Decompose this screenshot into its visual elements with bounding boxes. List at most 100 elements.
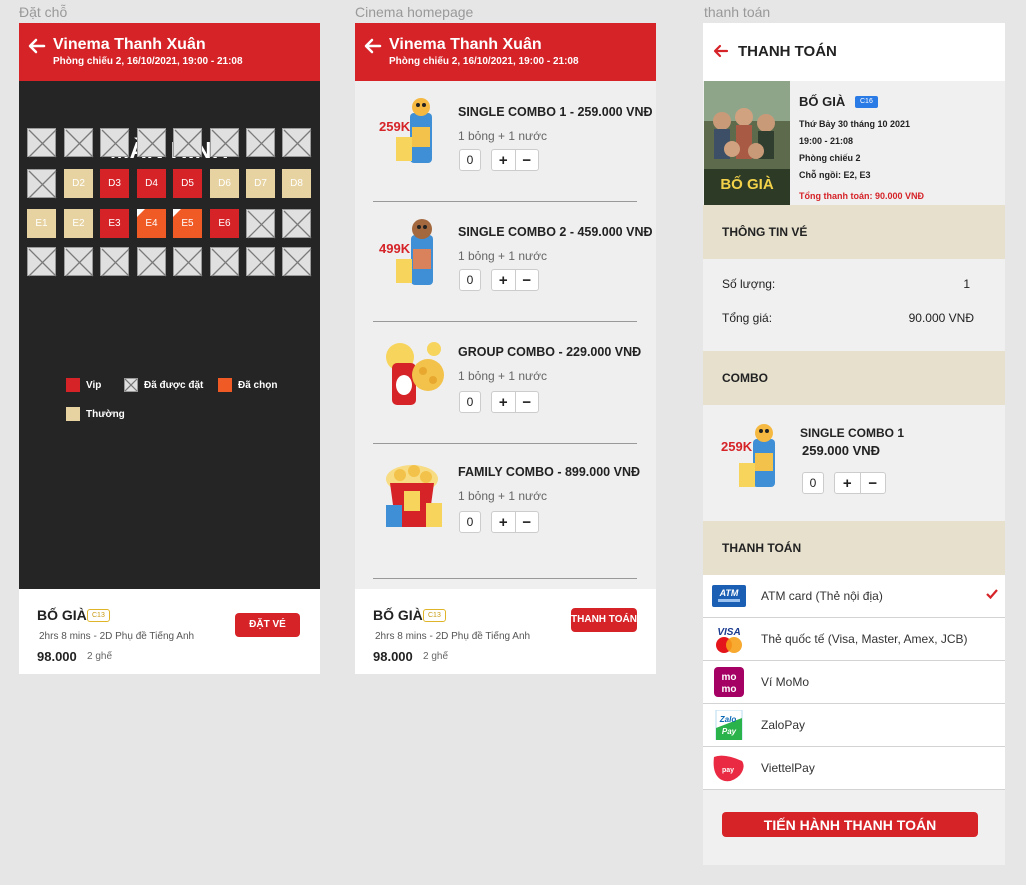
- seat-label: E3: [108, 218, 121, 229]
- decrease-button[interactable]: −: [861, 473, 886, 493]
- seat-booked: [100, 247, 130, 277]
- increase-button[interactable]: +: [835, 473, 861, 493]
- combo-name: GROUP COMBO - 229.000 VNĐ: [458, 345, 642, 359]
- x-icon: [101, 248, 130, 277]
- x-icon: [138, 248, 167, 277]
- payment-method-momo[interactable]: mo mo Ví MoMo: [703, 661, 1005, 704]
- submit-payment-button[interactable]: TIẾN HÀNH THANH TOÁN: [722, 812, 978, 837]
- increase-button[interactable]: +: [492, 150, 516, 170]
- seat-booked: [137, 247, 167, 277]
- seat-normal[interactable]: D7: [246, 169, 275, 198]
- payment-method-atm[interactable]: ATM ATM card (Thẻ nội địa): [703, 575, 1005, 618]
- seat-label: D8: [290, 178, 303, 189]
- price-tag: 499K: [379, 241, 411, 256]
- quantity-stepper: 0 + −: [802, 472, 886, 494]
- show-date: Thứ Bảy 30 tháng 10 2021: [799, 119, 911, 129]
- seat-booked: [282, 209, 312, 239]
- decrease-button[interactable]: −: [516, 150, 539, 170]
- x-icon: [283, 248, 312, 277]
- page-title: THANH TOÁN: [738, 43, 837, 60]
- combo-bear-cup-icon: 499K: [379, 219, 433, 285]
- legend-normal-label: Thường: [86, 408, 125, 420]
- seat-normal[interactable]: E1: [27, 209, 56, 238]
- back-arrow-icon[interactable]: [364, 37, 382, 55]
- frame-label-booking: Đặt chỗ: [19, 4, 68, 20]
- seat-normal[interactable]: E2: [64, 209, 93, 238]
- combo-item: 259K SINGLE COMBO 1 - 259.000 VNĐ 1 bỏng…: [373, 81, 653, 202]
- payment-method-zalopay[interactable]: Zalo Pay ZaloPay: [703, 704, 1005, 747]
- frame-label-payment: thanh toán: [704, 4, 771, 20]
- x-icon: [65, 248, 94, 277]
- increase-button[interactable]: +: [492, 392, 516, 412]
- section-title: THÔNG TIN VÉ: [722, 225, 808, 239]
- quantity-row: Số lượng: 1: [722, 277, 974, 291]
- movie-title: BỐ GIÀ: [37, 607, 87, 623]
- app-header: Vinema Thanh Xuân Phòng chiếu 2, 16/10/2…: [355, 23, 656, 81]
- payment-method-name: ViettelPay: [761, 761, 815, 775]
- ticket-info-header: THÔNG TIN VÉ: [703, 205, 1005, 259]
- seat-label: D7: [254, 178, 267, 189]
- x-icon: [247, 210, 276, 239]
- price-tag: 259K: [721, 439, 753, 454]
- seat-booked: [137, 128, 167, 158]
- decrease-button[interactable]: −: [516, 270, 539, 290]
- legend-chosen-swatch: [218, 378, 232, 392]
- quantity-value[interactable]: 0: [459, 149, 481, 171]
- back-arrow-icon[interactable]: [713, 43, 729, 59]
- combo-desc: 1 bỏng + 1 nước: [458, 369, 547, 383]
- increase-button[interactable]: +: [492, 270, 516, 290]
- pay-button[interactable]: THANH TOÁN: [571, 608, 637, 632]
- seat-normal[interactable]: D2: [64, 169, 93, 198]
- legend-chosen-label: Đã chọn: [238, 379, 278, 391]
- poster-title: BỐ GIÀ: [720, 175, 774, 193]
- book-now-button[interactable]: ĐẶT VÉ NGAY: [235, 613, 300, 654]
- seat-chosen[interactable]: E4: [137, 209, 166, 238]
- zalopay-icon: Zalo Pay: [715, 710, 743, 740]
- total-payment: Tổng thanh toán: 90.000 VNĐ: [799, 191, 925, 201]
- seat-label: D6: [218, 178, 231, 189]
- seat-normal[interactable]: D6: [210, 169, 239, 198]
- x-icon: [101, 129, 130, 158]
- cinema-title: Vinema Thanh Xuân: [53, 36, 206, 53]
- legend-booked-label: Đã được đặt: [144, 379, 204, 391]
- seat-label: E6: [218, 218, 231, 229]
- seat-chosen[interactable]: E5: [173, 209, 202, 238]
- section-title: THANH TOÁN: [722, 541, 802, 555]
- seat-vip[interactable]: D5: [173, 169, 202, 198]
- increase-button[interactable]: +: [492, 512, 516, 532]
- seat-vip[interactable]: D4: [137, 169, 166, 198]
- legend-vip-label: Vip: [86, 379, 102, 391]
- quantity-value[interactable]: 0: [802, 472, 824, 494]
- seat-vip[interactable]: E6: [210, 209, 239, 238]
- app-header: Vinema Thanh Xuân Phòng chiếu 2, 16/10/2…: [19, 23, 320, 81]
- decrease-button[interactable]: −: [516, 512, 539, 532]
- x-icon: [28, 129, 57, 158]
- seat-vip[interactable]: D3: [100, 169, 129, 198]
- svg-text:pay: pay: [722, 767, 734, 774]
- seat-booked: [64, 247, 94, 277]
- seat-normal[interactable]: D8: [282, 169, 311, 198]
- seat-vip[interactable]: E3: [100, 209, 129, 238]
- legend-vip: Vip: [66, 378, 101, 392]
- combo-header: COMBO: [703, 351, 1005, 405]
- decrease-button[interactable]: −: [516, 392, 539, 412]
- cinema-title: Vinema Thanh Xuân: [389, 36, 542, 53]
- quantity-value[interactable]: 0: [459, 391, 481, 413]
- seat-booked: [210, 247, 240, 277]
- payment-method-name: ATM card (Thẻ nội địa): [761, 589, 883, 603]
- payment-screen: THANH TOÁN BỐ GIÀ BỐ GIÀ C16 Thứ Bảy 30 …: [703, 23, 1005, 865]
- seat-count: 2 ghế: [87, 651, 113, 662]
- payment-method-intl[interactable]: VISA Thẻ quốc tế (Visa, Master, Amex, JC…: [703, 618, 1005, 661]
- payment-method-viettelpay[interactable]: pay ViettelPay: [703, 747, 1005, 790]
- seat-label: E4: [145, 218, 158, 229]
- movie-meta: 2hrs 8 mins - 2D Phụ đề Tiếng Anh: [375, 631, 531, 642]
- combo-desc: 1 bỏng + 1 nước: [458, 249, 547, 263]
- x-icon: [28, 170, 57, 199]
- quantity-value[interactable]: 0: [459, 269, 481, 291]
- quantity-stepper: 0 + −: [459, 269, 539, 291]
- x-icon: [174, 129, 203, 158]
- section-title: COMBO: [722, 371, 768, 385]
- legend-normal: Thường: [66, 407, 125, 421]
- back-arrow-icon[interactable]: [28, 37, 46, 55]
- quantity-value[interactable]: 0: [459, 511, 481, 533]
